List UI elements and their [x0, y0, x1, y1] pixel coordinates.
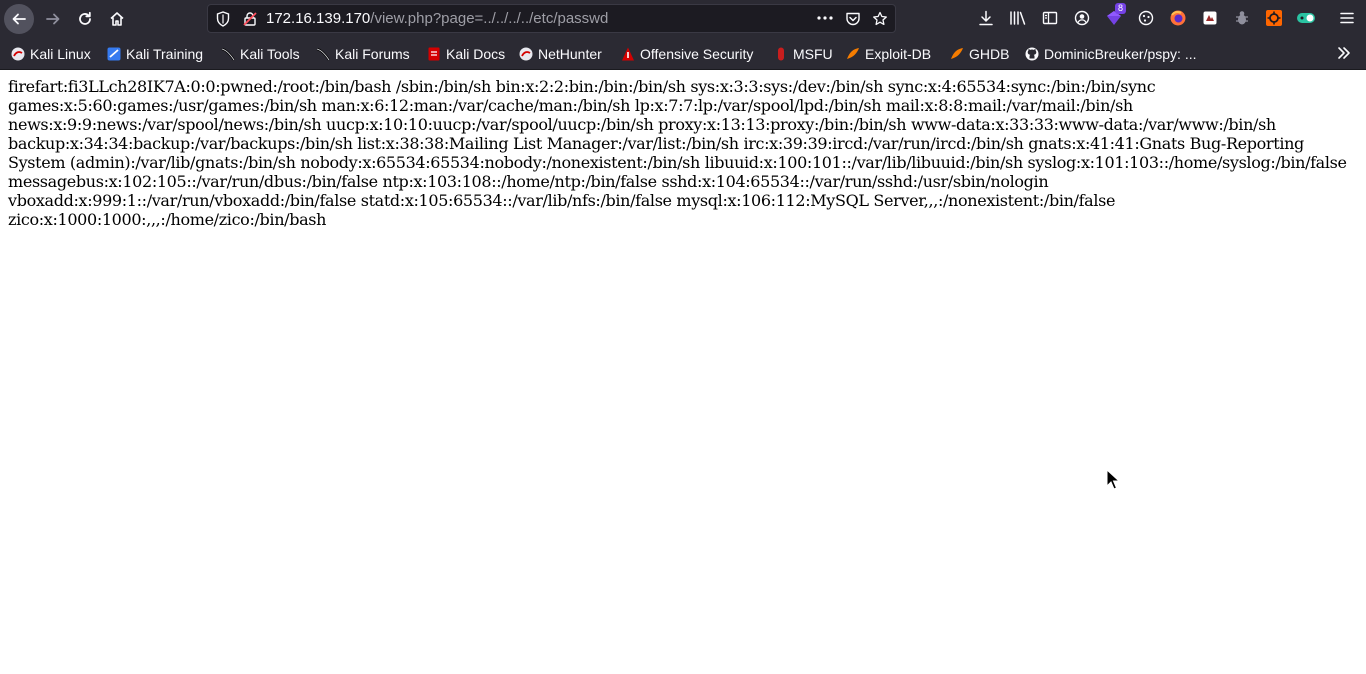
bookmark-ghdb[interactable]: GHDB	[950, 45, 1009, 63]
menu-icon[interactable]	[1337, 8, 1357, 28]
kali-docs-icon	[427, 47, 441, 61]
reload-icon	[77, 11, 93, 27]
back-button[interactable]	[4, 4, 34, 34]
home-icon	[109, 11, 125, 27]
bookmarks-overflow-button[interactable]	[1336, 45, 1354, 63]
extension-badge: 8	[1115, 3, 1127, 14]
forward-icon	[45, 11, 61, 27]
account-icon[interactable]	[1072, 8, 1092, 28]
msfu-icon	[774, 47, 788, 61]
bookmark-msfu[interactable]: MSFU	[774, 45, 833, 63]
bookmark-exploit-db[interactable]: Exploit-DB	[846, 45, 931, 63]
bookmark-label: Kali Docs	[446, 46, 506, 62]
bookmark-kali-tools[interactable]: Kali Tools	[221, 45, 300, 63]
bookmark-kali-training[interactable]: Kali Training	[107, 45, 203, 63]
extension-icon[interactable]	[1264, 8, 1284, 28]
page-actions-icon[interactable]	[816, 10, 834, 31]
bookmark-label: NetHunter	[538, 46, 602, 62]
bookmarks-toolbar: Kali Linux Kali Training Kali Tools Kali…	[0, 38, 1366, 70]
github-icon	[1025, 47, 1039, 61]
bookmark-offensive-security[interactable]: Offensive Security	[621, 45, 753, 63]
bookmark-nethunter[interactable]: NetHunter	[519, 45, 602, 63]
cookie-icon[interactable]	[1136, 8, 1156, 28]
insecure-lock-icon[interactable]	[242, 11, 258, 32]
bookmark-label: Kali Tools	[240, 46, 300, 62]
bookmark-label: Offensive Security	[640, 46, 754, 62]
ghdb-icon	[950, 47, 964, 61]
bookmark-label: DominicBreuker/pspy: ...	[1044, 46, 1197, 62]
bookmark-label: Kali Linux	[30, 46, 91, 62]
bookmark-kali-linux[interactable]: Kali Linux	[11, 45, 91, 63]
home-button[interactable]	[102, 4, 132, 34]
nethunter-icon	[519, 47, 533, 61]
kali-training-icon	[107, 47, 121, 61]
sidebar-icon[interactable]	[1040, 8, 1060, 28]
exploitdb-icon	[846, 47, 860, 61]
mouse-cursor-icon	[1106, 468, 1121, 495]
toggle-extension-icon[interactable]	[1296, 8, 1316, 28]
library-icon[interactable]	[1008, 8, 1028, 28]
bookmark-label: Kali Forums	[335, 46, 410, 62]
download-icon[interactable]	[976, 8, 996, 28]
forward-button[interactable]	[38, 4, 68, 34]
offsec-icon	[621, 47, 635, 61]
bookmark-kali-docs[interactable]: Kali Docs	[427, 45, 505, 63]
kali-tools-icon	[221, 47, 235, 61]
bookmark-label: GHDB	[969, 46, 1010, 62]
navigation-toolbar: 172.16.139.170/view.php?page=../../../..…	[0, 0, 1366, 38]
pocket-icon[interactable]	[845, 11, 861, 32]
chevron-double-right-icon	[1336, 47, 1352, 65]
address-bar[interactable]: 172.16.139.170/view.php?page=../../../..…	[207, 4, 896, 33]
kali-icon	[11, 47, 25, 61]
page-body-text: firefart:fi3LLch28IK7A:0:0:pwned:/root:/…	[8, 77, 1347, 229]
url-text[interactable]: 172.16.139.170/view.php?page=../../../..…	[266, 10, 608, 27]
shield-icon[interactable]	[216, 11, 230, 32]
extension-icon[interactable]	[1200, 8, 1220, 28]
url-host: 172.16.139.170	[266, 10, 371, 27]
bookmark-label: MSFU	[793, 46, 833, 62]
back-icon	[11, 11, 27, 27]
bookmark-label: Exploit-DB	[865, 46, 932, 62]
bookmark-label: Kali Training	[126, 46, 204, 62]
extension-icon[interactable]	[1232, 8, 1252, 28]
kali-forums-icon	[316, 47, 330, 61]
reload-button[interactable]	[70, 4, 100, 34]
bookmark-star-icon[interactable]	[872, 11, 888, 32]
firefox-icon[interactable]	[1168, 8, 1188, 28]
bookmark-kali-forums[interactable]: Kali Forums	[316, 45, 410, 63]
bookmark-pspy[interactable]: DominicBreuker/pspy: ...	[1025, 45, 1197, 63]
url-path: /view.php?page=../../../../etc/passwd	[370, 10, 609, 27]
